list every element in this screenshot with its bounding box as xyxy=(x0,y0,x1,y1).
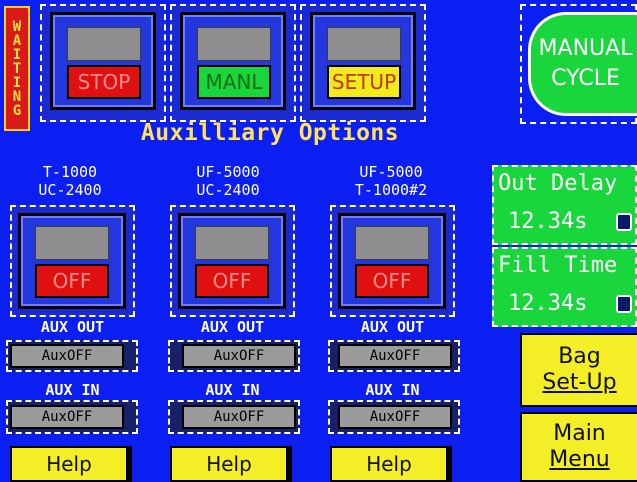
manual-indicator-lamp xyxy=(197,27,271,61)
section-title: Auxilliary Options xyxy=(140,120,400,146)
column-3-indicator-lamp xyxy=(355,226,429,260)
column-2-aux-in-label: AUX IN xyxy=(205,381,260,399)
column-2-state-label: OFF xyxy=(195,264,269,298)
column-2-aux-in-button[interactable]: AuxOFF xyxy=(182,405,296,429)
manual-cycle-button-frame[interactable]: MANUAL CYCLE xyxy=(520,4,637,124)
column-3-aux-in-box[interactable]: AuxOFF xyxy=(328,400,460,434)
waiting-text: WAITING xyxy=(13,20,21,118)
stop-indicator-lamp xyxy=(67,27,141,61)
main-menu-line2: Menu xyxy=(549,447,610,472)
manual-button[interactable]: MANL xyxy=(180,12,286,110)
column-3-aux-in-button[interactable]: AuxOFF xyxy=(338,405,452,429)
column-1-state-label: OFF xyxy=(35,264,109,298)
column-1-aux-out-label: AUX OUT xyxy=(40,318,105,336)
column-1-aux-out-box[interactable]: AuxOFF xyxy=(6,340,138,372)
bag-setup-button[interactable]: Bag Set-Up xyxy=(520,333,637,407)
main-menu-button[interactable]: Main Menu xyxy=(520,412,637,482)
bag-setup-line1: Bag xyxy=(558,344,601,369)
stop-button[interactable]: STOP xyxy=(50,12,156,110)
column-1-indicator-lamp xyxy=(35,226,109,260)
stop-button-panel[interactable]: STOP xyxy=(40,4,166,122)
column-1-toggle-panel[interactable]: OFF xyxy=(10,205,135,317)
column-3-header: UF-5000 T-1000#2 xyxy=(326,163,456,199)
out-delay-adjust-knob[interactable] xyxy=(616,213,632,231)
column-2-indicator-lamp xyxy=(195,226,269,260)
out-delay-value[interactable]: 12.34s xyxy=(508,209,587,234)
column-3-line1: UF-5000 xyxy=(359,163,423,181)
fill-time-value[interactable]: 12.34s xyxy=(508,291,587,316)
out-delay-panel[interactable]: Out Delay 12.34s xyxy=(492,165,637,245)
column-1-line1: T-1000 xyxy=(42,163,98,181)
column-2-toggle-panel[interactable]: OFF xyxy=(170,205,295,317)
manual-button-label: MANL xyxy=(197,65,271,99)
column-3-toggle-panel[interactable]: OFF xyxy=(330,205,455,317)
column-2-aux-out-button[interactable]: AuxOFF xyxy=(182,344,296,368)
waiting-letter: N xyxy=(12,88,22,105)
out-delay-label: Out Delay xyxy=(498,171,618,196)
setup-indicator-lamp xyxy=(327,27,401,61)
column-1-aux-in-box[interactable]: AuxOFF xyxy=(6,400,138,434)
waiting-letter: A xyxy=(12,32,22,49)
column-3-aux-out-box[interactable]: AuxOFF xyxy=(328,340,460,372)
column-3-aux-out-label: AUX OUT xyxy=(360,318,425,336)
fill-time-adjust-knob[interactable] xyxy=(616,295,632,313)
column-2-aux-out-box[interactable]: AuxOFF xyxy=(168,340,300,372)
column-3-state-label: OFF xyxy=(355,264,429,298)
column-1-header: T-1000 UC-2400 xyxy=(10,163,130,199)
setup-button-panel[interactable]: SETUP xyxy=(300,4,426,122)
column-1-aux-in-button[interactable]: AuxOFF xyxy=(10,405,124,429)
manual-button-panel[interactable]: MANL xyxy=(170,4,296,122)
main-menu-line1: Main xyxy=(553,421,606,446)
column-3-aux-in-label: AUX IN xyxy=(365,381,420,399)
waiting-status-indicator: WAITING xyxy=(4,6,30,131)
column-3-line2: T-1000#2 xyxy=(354,181,428,199)
column-3-aux-out-button[interactable]: AuxOFF xyxy=(338,344,452,368)
setup-button-label: SETUP xyxy=(327,65,401,99)
column-1-line2: UC-2400 xyxy=(38,181,102,199)
manual-cycle-line2: CYCLE xyxy=(551,66,620,91)
column-1-help-button[interactable]: Help xyxy=(10,446,132,482)
column-2-help-button[interactable]: Help xyxy=(170,446,292,482)
waiting-letter: I xyxy=(12,46,22,63)
column-2-toggle-button[interactable]: OFF xyxy=(178,213,286,309)
column-3-toggle-button[interactable]: OFF xyxy=(338,213,446,309)
column-2-aux-out-label: AUX OUT xyxy=(200,318,265,336)
fill-time-panel[interactable]: Fill Time 12.34s xyxy=(492,247,637,327)
waiting-letter: I xyxy=(12,74,22,91)
waiting-letter: T xyxy=(12,60,22,77)
manual-cycle-button[interactable]: MANUAL CYCLE xyxy=(528,12,637,116)
column-1-aux-out-button[interactable]: AuxOFF xyxy=(10,344,124,368)
manual-cycle-line1: MANUAL xyxy=(538,36,633,61)
setup-button[interactable]: SETUP xyxy=(310,12,416,110)
column-2-line2: UC-2400 xyxy=(196,181,260,199)
column-2-header: UF-5000 UC-2400 xyxy=(168,163,288,199)
column-2-line1: UF-5000 xyxy=(196,163,260,181)
waiting-letter: G xyxy=(12,102,22,119)
stop-button-label: STOP xyxy=(67,65,141,99)
fill-time-label: Fill Time xyxy=(498,253,618,278)
column-3-help-button[interactable]: Help xyxy=(330,446,452,482)
column-2-aux-in-box[interactable]: AuxOFF xyxy=(168,400,300,434)
waiting-letter: W xyxy=(12,18,22,35)
column-1-toggle-button[interactable]: OFF xyxy=(18,213,126,309)
column-1-aux-in-label: AUX IN xyxy=(45,381,100,399)
bag-setup-line2: Set-Up xyxy=(542,370,617,395)
